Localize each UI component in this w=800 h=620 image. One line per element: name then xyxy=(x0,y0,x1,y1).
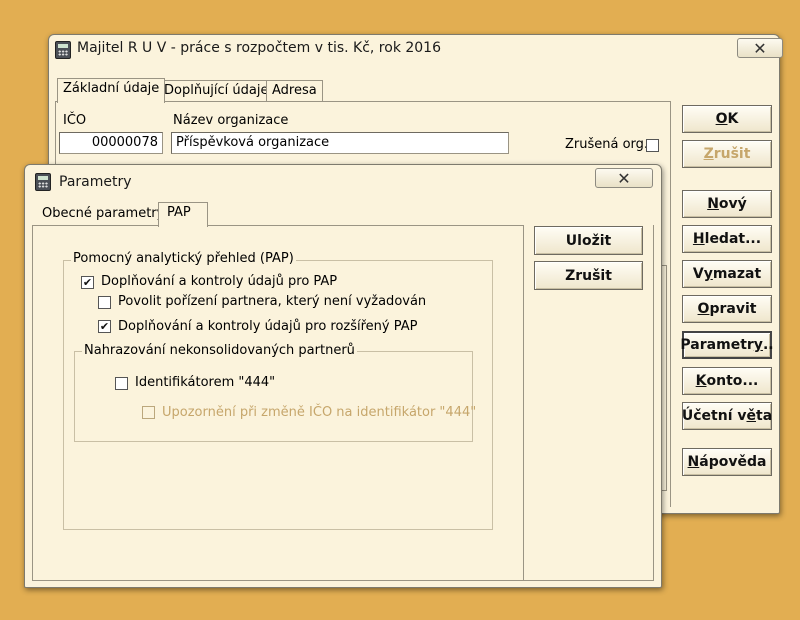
cancelled-org-label: Zrušená org. xyxy=(565,137,649,152)
ok-button[interactable]: OK xyxy=(682,105,772,133)
parameters-button[interactable]: Parametr y.. xyxy=(680,331,774,359)
main-titlebar[interactable]: Majitel R U V - práce s rozpočtem v tis.… xyxy=(49,35,783,63)
close-icon: ✕ xyxy=(617,168,631,188)
ico-field[interactable]: 00000078 xyxy=(59,132,163,154)
replace-partners-group xyxy=(74,351,473,442)
tab-doplnujici-udaje[interactable]: Doplňující údaje xyxy=(158,80,275,102)
pap-checks-label: Doplňování a kontroly údajů pro PAP xyxy=(101,274,338,289)
organization-name-label: Název organizace xyxy=(173,113,289,128)
ico-label: IČO xyxy=(63,113,87,128)
allow-partner-checkbox[interactable] xyxy=(98,296,111,309)
help-button[interactable]: Nápověda xyxy=(682,448,772,476)
save-button[interactable]: Uložit xyxy=(534,226,643,255)
ico-change-warning-checkbox[interactable] xyxy=(142,406,155,419)
pap-group-label: Pomocný analytický přehled (PAP) xyxy=(71,251,296,266)
cancelled-org-checkbox[interactable] xyxy=(646,139,659,152)
main-window-title: Majitel R U V - práce s rozpočtem v tis.… xyxy=(77,40,441,56)
organization-name-field[interactable]: Příspěvková organizace xyxy=(171,132,509,154)
cancel-button[interactable]: Zrušit xyxy=(682,140,772,168)
search-button[interactable]: Hledat... xyxy=(682,225,772,253)
replace-partners-group-label: Nahrazování nekonsolidovaných partnerů xyxy=(82,343,357,358)
identifier-444-checkbox[interactable] xyxy=(115,377,128,390)
edit-button[interactable]: Opravit xyxy=(682,295,772,323)
close-icon: ✕ xyxy=(753,38,767,58)
allow-partner-label: Povolit pořízení partnera, který není vy… xyxy=(118,294,427,309)
accounting-sentence-button[interactable]: Účetní v ě ta xyxy=(682,402,772,430)
calculator-icon xyxy=(55,41,71,59)
dialog-close-button[interactable]: ✕ xyxy=(595,168,653,188)
tab-general-parameters[interactable]: Obecné parametry xyxy=(37,204,169,226)
dialog-cancel-button[interactable]: Zrušit xyxy=(534,261,643,290)
identifier-444-label: Identifikátorem "444" xyxy=(135,375,276,390)
main-close-button[interactable]: ✕ xyxy=(737,38,783,58)
delete-button[interactable]: Vy mazat xyxy=(682,260,772,288)
tab-pap[interactable]: PAP xyxy=(158,202,208,227)
dialog-title: Parametry xyxy=(59,174,132,190)
calculator-icon xyxy=(35,173,51,191)
tab-adresa[interactable]: Adresa xyxy=(266,80,323,102)
tab-zakladni-udaje[interactable]: Základní údaje xyxy=(57,78,166,103)
dialog-titlebar[interactable]: Parametry ✕ xyxy=(25,165,661,193)
ico-change-warning-label: Upozornění při změně IČO na identifikáto… xyxy=(162,405,477,420)
extended-pap-checkbox[interactable]: ✔ xyxy=(98,320,111,333)
pap-checks-checkbox[interactable]: ✔ xyxy=(81,276,94,289)
extended-pap-label: Doplňování a kontroly údajů pro rozšířen… xyxy=(118,319,418,334)
parameters-dialog: Parametry ✕ Obecné parametry PAP Pomocný… xyxy=(24,164,662,588)
new-button[interactable]: Nový xyxy=(682,190,772,218)
konto-button[interactable]: Konto... xyxy=(682,367,772,395)
